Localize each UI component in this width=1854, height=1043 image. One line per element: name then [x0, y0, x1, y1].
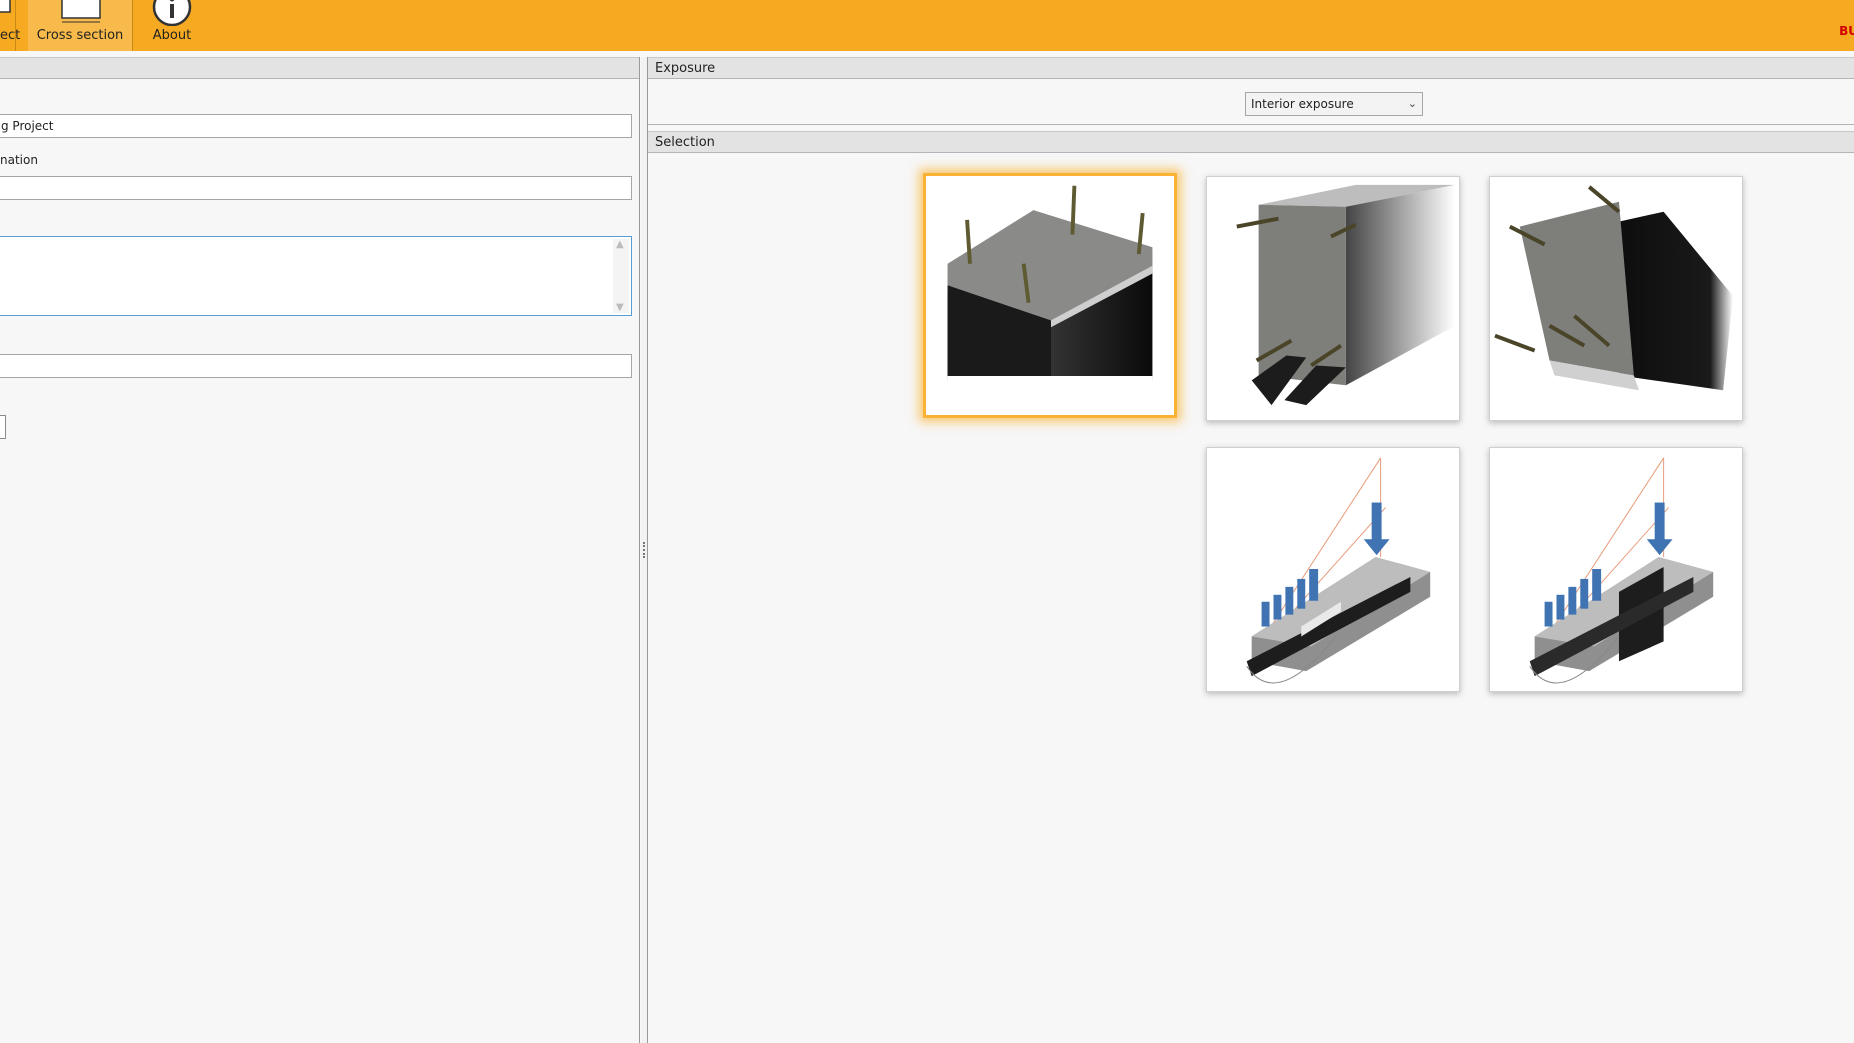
chevron-down-icon: ⌄: [1407, 97, 1417, 110]
cross-section-label: Cross section: [36, 28, 124, 43]
tile-beam-three-sides[interactable]: [1206, 176, 1460, 421]
column-four-sides-image: [947, 185, 1153, 415]
designation-label: nation: [0, 153, 38, 167]
project-button-label: ect: [0, 28, 21, 43]
ribbon-toolbar: ect Cross section About BU: [0, 0, 1854, 51]
splitter-grip-icon[interactable]: [643, 542, 647, 558]
ribbon-corner-text: BU: [1839, 24, 1854, 38]
tile-column-four-sides[interactable]: [923, 173, 1177, 418]
panel-splitter[interactable]: [641, 57, 648, 1043]
extra-field[interactable]: [0, 354, 632, 378]
textarea-scrollbar[interactable]: ▲ ▼: [613, 239, 629, 313]
exposure-selection-panel: Exposure Interior exposure ⌄ Selection: [648, 57, 1854, 1043]
selection-header: Selection: [648, 131, 1854, 153]
project-name-field[interactable]: g Project: [0, 114, 632, 138]
info-icon: [152, 0, 192, 26]
beam-bending-diagram-1-image: [1246, 457, 1431, 684]
beam-three-sides-image: [1236, 184, 1455, 406]
cross-section-icon: [61, 0, 101, 23]
tile-beam-corner[interactable]: [1489, 176, 1743, 421]
exposure-select[interactable]: Interior exposure ⌄: [1245, 92, 1423, 116]
about-label: About: [152, 28, 192, 43]
small-input-box[interactable]: [0, 415, 6, 439]
scroll-down-icon[interactable]: ▼: [616, 302, 624, 313]
cross-section-button[interactable]: Cross section: [28, 0, 133, 51]
left-panel-header: [0, 57, 639, 79]
exposure-header: Exposure: [648, 57, 1854, 79]
project-button[interactable]: ect: [0, 0, 21, 51]
tile-beam-bending-diagram-2[interactable]: [1489, 447, 1743, 692]
project-details-panel: g Project nation ▲ ▼: [0, 57, 640, 1043]
about-button[interactable]: About: [134, 0, 210, 51]
exposure-row: Interior exposure ⌄: [648, 80, 1854, 125]
comment-textarea[interactable]: ▲ ▼: [0, 236, 632, 316]
beam-corner-image: [1494, 185, 1734, 391]
beam-bending-diagram-2-image: [1529, 457, 1714, 684]
designation-field[interactable]: [0, 176, 632, 200]
exposure-select-value: Interior exposure: [1251, 97, 1354, 111]
tile-beam-bending-diagram-1[interactable]: [1206, 447, 1460, 692]
scroll-up-icon[interactable]: ▲: [616, 239, 624, 250]
project-icon: [0, 0, 11, 13]
